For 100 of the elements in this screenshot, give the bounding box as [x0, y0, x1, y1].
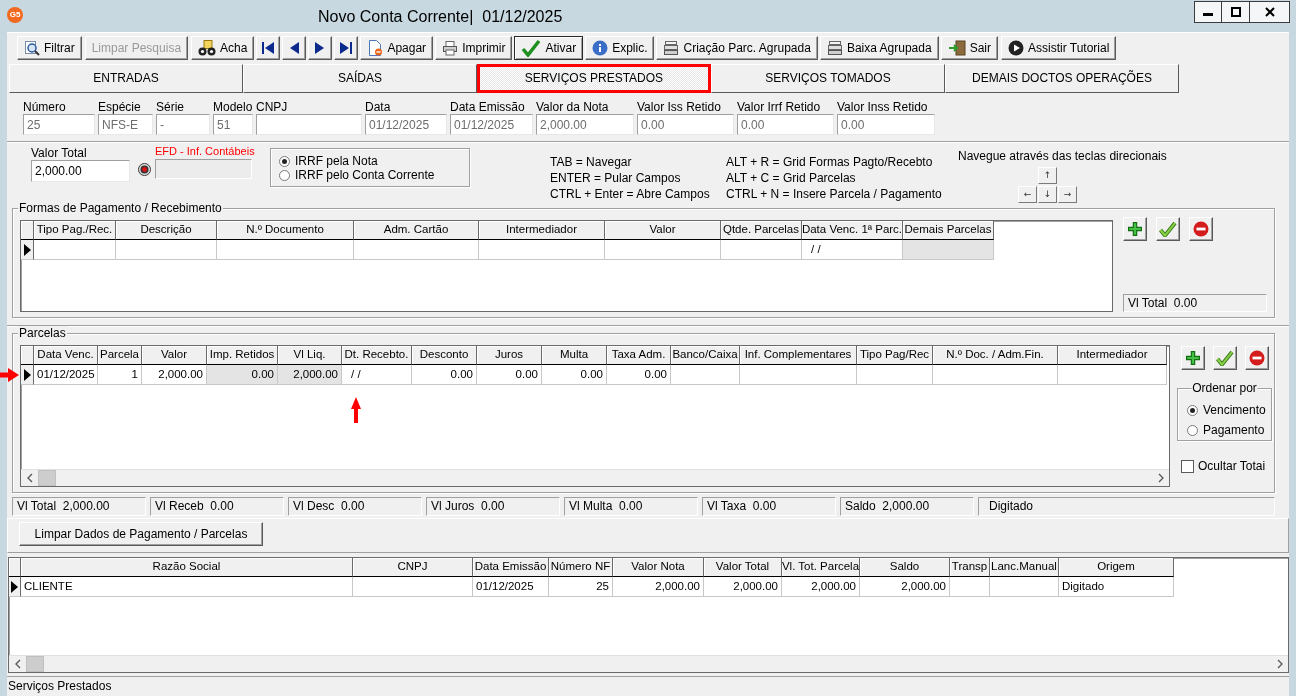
horizontal-scrollbar[interactable]	[21, 469, 1169, 486]
tray-stack-icon	[826, 40, 843, 56]
chevron-right-icon	[1157, 473, 1164, 483]
total-text: Digitado	[978, 497, 1275, 516]
print-button[interactable]: Imprimir	[435, 36, 513, 60]
data-grid[interactable]: Razão Social CNPJ Data Emissão Número NF Valor Nota Valor Total Vl. Tot. Parcela Saldo Transp Lanc.Manual Origem CLIENTE 01/12/2025 25 2,000.00 2,000.00 2,000.00 2,000.00 Digitado	[8, 557, 1289, 673]
radio-label[interactable]: Vencimento	[1203, 402, 1266, 418]
clear-button[interactable]: Limpar Dados de Pagamento / Parcelas	[19, 522, 263, 546]
scrollbar-thumb[interactable]	[26, 656, 44, 672]
arrow-key[interactable]: ↓	[1038, 186, 1057, 203]
tab[interactable]: SAÍDAS	[243, 64, 477, 93]
column-header: Descrição	[116, 221, 217, 240]
confirm-button[interactable]	[1213, 346, 1237, 370]
radio-label[interactable]: Pagamento	[1203, 422, 1265, 438]
status-text: Serviços Prestados	[8, 679, 112, 694]
field-label: Espécie	[98, 101, 142, 114]
maximize-button[interactable]	[1221, 1, 1250, 23]
column-header: Data Venc.	[34, 346, 98, 365]
tutorial-button[interactable]: Assistir Tutorial	[1000, 36, 1117, 60]
text-field[interactable]: 25	[23, 114, 95, 135]
arrow-key[interactable]: ↑	[1038, 167, 1057, 184]
tab[interactable]: ENTRADAS	[9, 64, 243, 93]
info-icon	[592, 40, 609, 56]
scrollbar-thumb[interactable]	[38, 470, 56, 486]
search-icon	[24, 40, 40, 56]
horizontal-scrollbar[interactable]	[9, 655, 1288, 672]
checkbox-label[interactable]: Ocultar Totai	[1198, 459, 1266, 474]
arrow-key[interactable]: →	[1058, 186, 1077, 203]
text-field[interactable]: 2,000.00	[31, 160, 130, 182]
check-icon	[521, 39, 542, 57]
info-button[interactable]: Explic.	[585, 36, 655, 60]
column-header: Razão Social	[21, 558, 353, 577]
tab[interactable]: DEMAIS DOCTOS OPERAÇÕES	[945, 64, 1179, 93]
row-pointer-icon	[23, 368, 31, 381]
table-cell: 0.00	[542, 365, 607, 385]
maximize-icon	[1230, 7, 1241, 17]
close-button[interactable]	[1249, 1, 1290, 23]
tab[interactable]: SERVIÇOS PRESTADOS	[477, 64, 711, 93]
text-field[interactable]: NFS-E	[98, 114, 153, 135]
target-icon	[138, 163, 151, 176]
find-button[interactable]: Acha	[191, 36, 255, 60]
add-button[interactable]	[1123, 217, 1147, 241]
activate-button[interactable]: Ativar	[514, 36, 584, 60]
delete-button[interactable]: Apagar	[360, 36, 434, 60]
column-header: Vl. Tot. Parcela	[782, 558, 860, 577]
text-field[interactable]: 01/12/2025	[365, 114, 447, 135]
arrow-key[interactable]: ←	[1018, 186, 1037, 203]
exit-button[interactable]: Sair	[940, 36, 998, 60]
column-header: Data Emissão	[473, 558, 549, 577]
group-label: Parcelas	[18, 326, 67, 340]
field-label: Valor Irrf Retido	[737, 101, 822, 114]
field-label: CNPJ	[256, 101, 289, 114]
last-icon	[339, 41, 354, 55]
text-field[interactable]: -	[156, 114, 210, 135]
column-header: Parcela	[98, 346, 142, 365]
radio-label[interactable]: IRRF pelo Conta Corrente	[295, 167, 435, 183]
text-field[interactable]: 51	[213, 114, 253, 135]
toolbar-button[interactable]: Criação Parc. Agrupada	[656, 36, 818, 60]
table-cell: 0.00	[477, 365, 542, 385]
radio-button[interactable]	[1187, 424, 1198, 436]
chevron-left-icon	[14, 659, 21, 669]
text-field[interactable]	[256, 114, 362, 135]
total-text: Vl Receb 0.00	[150, 497, 284, 516]
radio-button[interactable]	[1187, 404, 1198, 416]
radio-button[interactable]	[279, 169, 290, 181]
close-icon	[1264, 7, 1275, 17]
table-cell: 2,000.00	[704, 577, 782, 597]
text-field[interactable]: 0.00	[637, 114, 734, 135]
previous-button[interactable]	[282, 36, 307, 60]
text-field[interactable]: 2,000.00	[536, 114, 634, 135]
confirm-button[interactable]	[1156, 217, 1180, 241]
table-cell: 2,000.00	[278, 365, 342, 385]
table-cell: 01/12/2025	[34, 365, 98, 385]
text-field[interactable]: 0.00	[737, 114, 834, 135]
remove-button[interactable]	[1245, 346, 1269, 370]
next-button[interactable]	[308, 36, 333, 60]
data-grid[interactable]: Tipo Pag./Rec. Descrição N.º Documento Adm. Cartão Intermediador Valor Qtde. Parcelas Data Venc. 1ª Parc. Demais Parcelas / /	[20, 220, 1113, 312]
app-logo: G5	[7, 7, 23, 23]
add-button[interactable]	[1181, 346, 1205, 370]
row-pointer-icon	[23, 243, 31, 256]
radio-label[interactable]: IRRF pela Nota	[295, 153, 378, 169]
column-header: Tipo Pag./Rec.	[34, 221, 116, 240]
text-field[interactable]: 0.00	[837, 114, 935, 135]
text-field[interactable]: 01/12/2025	[450, 114, 533, 135]
toolbar-button[interactable]: Baixa Agrupada	[819, 36, 939, 60]
shortcut-text: ENTER = Pular Campos	[550, 170, 682, 186]
column-header: N.º Documento	[217, 221, 354, 240]
tab[interactable]: SERVIÇOS TOMADOS	[711, 64, 945, 93]
first-button[interactable]	[256, 36, 281, 60]
column-header: Tipo Pag/Rec	[857, 346, 933, 365]
shortcut-text: ALT + C = Grid Parcelas	[726, 170, 857, 186]
filter-button[interactable]: Filtrar	[17, 36, 82, 60]
table-cell: 1	[98, 365, 142, 385]
group-label: Ordenar por	[1191, 381, 1258, 395]
table-cell: / /	[342, 365, 412, 385]
minimize-button[interactable]	[1194, 1, 1222, 23]
remove-button[interactable]	[1189, 217, 1213, 241]
last-button[interactable]	[334, 36, 359, 60]
radio-button[interactable]	[279, 155, 290, 167]
checkbox[interactable]	[1181, 459, 1194, 473]
